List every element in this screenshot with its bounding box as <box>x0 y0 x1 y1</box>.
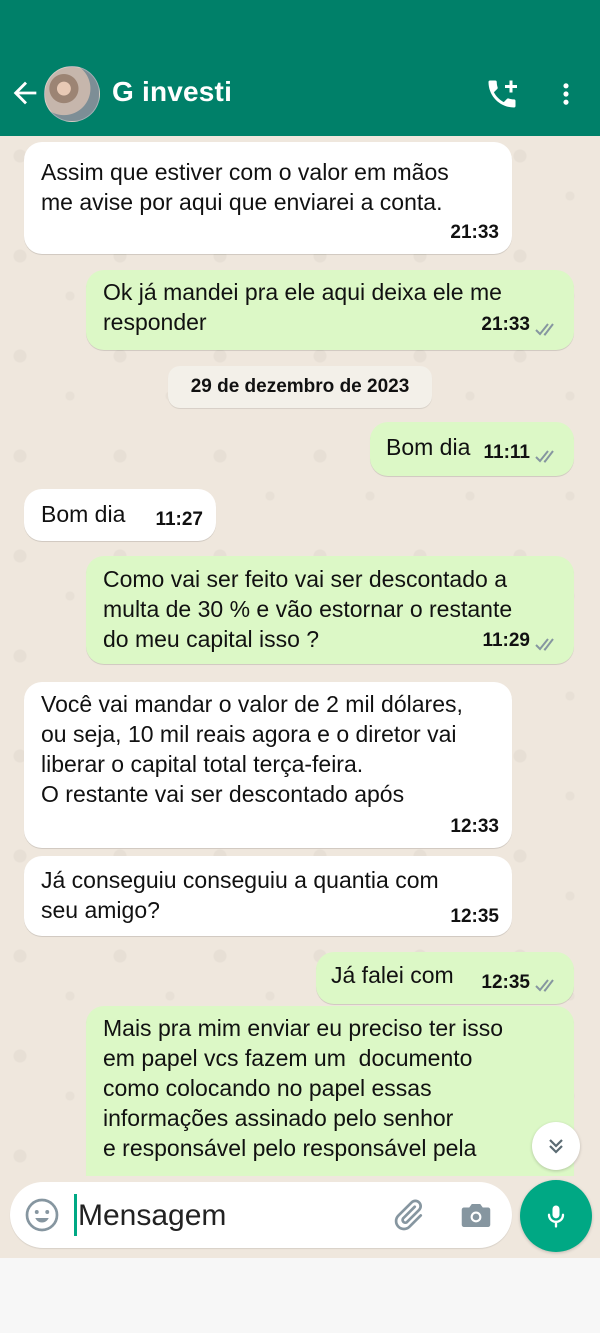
message-text: Já conseguiu conseguiu a quantia com seu… <box>41 867 439 923</box>
message-outgoing[interactable]: Ok já mandei pra ele aqui deixa ele me r… <box>86 270 574 350</box>
read-receipt-icon <box>535 638 554 651</box>
message-time: 21:33 <box>450 222 499 243</box>
system-navigation-bar <box>0 1258 600 1333</box>
message-time: 12:35 <box>450 906 499 927</box>
message-time: 11:27 <box>155 509 203 530</box>
emoji-icon[interactable] <box>24 1197 60 1233</box>
message-incoming[interactable]: Bom dia 11:27 <box>24 489 216 541</box>
message-text: Bom dia <box>386 434 471 460</box>
more-vert-icon[interactable] <box>552 78 580 110</box>
message-time: 11:11 <box>483 442 531 463</box>
message-text: Já falei com <box>331 962 454 988</box>
message-outgoing[interactable]: Mais pra mim enviar eu preciso ter isso … <box>86 1006 574 1176</box>
message-input[interactable] <box>74 1192 380 1240</box>
chat-header: G investi <box>0 0 600 136</box>
message-composer <box>10 1182 512 1248</box>
message-incoming[interactable]: Assim que estiver com o valor em mãos me… <box>24 142 512 254</box>
mic-button[interactable] <box>520 1180 592 1252</box>
avatar[interactable] <box>44 66 100 122</box>
double-chevron-down-icon <box>549 1139 563 1154</box>
chat-title[interactable]: G investi <box>112 76 232 108</box>
message-list[interactable]: Assim que estiver com o valor em mãos me… <box>0 136 600 1176</box>
message-text: Mais pra mim enviar eu preciso ter isso … <box>103 1015 504 1161</box>
message-text: Assim que estiver com o valor em mãos me… <box>41 159 449 215</box>
message-time: 21:33 <box>481 314 530 335</box>
camera-icon[interactable] <box>458 1197 494 1233</box>
attach-icon[interactable] <box>390 1197 426 1233</box>
message-time: 12:33 <box>450 816 499 837</box>
add-call-icon[interactable] <box>484 76 520 112</box>
message-outgoing[interactable]: Já falei com 12:35 <box>316 952 574 1004</box>
message-incoming[interactable]: Você vai mandar o valor de 2 mil dólares… <box>24 682 512 848</box>
message-time: 12:35 <box>481 972 530 993</box>
message-outgoing[interactable]: Bom dia 11:11 <box>370 422 574 476</box>
message-outgoing[interactable]: Como vai ser feito vai ser descontado a … <box>86 556 574 664</box>
read-receipt-icon <box>535 979 554 992</box>
message-text: Bom dia <box>41 501 126 527</box>
read-receipt-icon <box>535 450 554 463</box>
message-text: Ok já mandei pra ele aqui deixa ele me r… <box>103 279 502 335</box>
message-text: Você vai mandar o valor de 2 mil dólares… <box>41 691 463 807</box>
date-separator: 29 de dezembro de 2023 <box>168 366 432 408</box>
message-time: 11:29 <box>482 630 530 651</box>
scroll-down-button[interactable] <box>532 1122 580 1170</box>
message-incoming[interactable]: Já conseguiu conseguiu a quantia com seu… <box>24 856 512 936</box>
read-receipt-icon <box>535 323 554 336</box>
arrow-left-icon[interactable] <box>8 76 42 110</box>
message-text: Como vai ser feito vai ser descontado a … <box>103 566 513 652</box>
mic-icon <box>547 1205 565 1228</box>
